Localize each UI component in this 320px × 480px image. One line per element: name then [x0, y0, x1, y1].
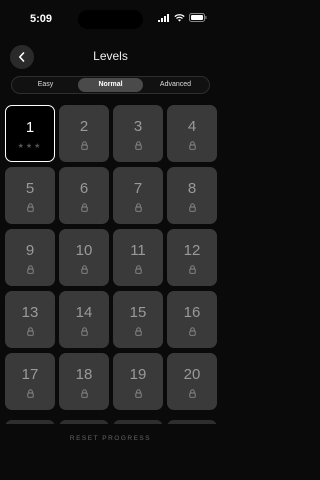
level-grid: 1 ★★★ 2 3 4 5 6 7 8 9 10 11 12 13 14 15 16 17 18 19 20 [5, 105, 217, 410]
lock-icon [59, 389, 109, 398]
lock-icon [5, 327, 55, 336]
level-tile[interactable]: 3 [113, 105, 163, 162]
level-tile[interactable]: 11 [113, 229, 163, 286]
level-number: 14 [75, 304, 93, 321]
level-number: 13 [21, 304, 39, 321]
level-tile[interactable]: 8 [167, 167, 217, 224]
level-tile[interactable]: 4 [167, 105, 217, 162]
lock-icon [5, 389, 55, 398]
difficulty-segmented-control: Easy Normal Advanced [11, 76, 210, 94]
level-number: 15 [129, 304, 147, 321]
level-tile[interactable]: 19 [113, 353, 163, 410]
level-number: 11 [130, 242, 146, 259]
level-tile[interactable]: 2 [59, 105, 109, 162]
lock-icon [59, 265, 109, 274]
level-tile[interactable]: 12 [167, 229, 217, 286]
level-number: 20 [183, 366, 201, 383]
level-tile[interactable]: 6 [59, 167, 109, 224]
lock-icon [167, 141, 217, 150]
level-number: 10 [75, 242, 93, 259]
level-number: 6 [79, 180, 89, 197]
level-tile[interactable]: 1 ★★★ [5, 105, 55, 162]
reset-progress-button[interactable]: RESET PROGRESS [0, 435, 221, 442]
level-number: 1 [25, 119, 35, 136]
tab-easy[interactable]: Easy [13, 78, 78, 92]
level-number: 4 [187, 118, 197, 135]
lock-icon [113, 141, 163, 150]
level-tile[interactable]: 16 [167, 291, 217, 348]
level-number: 18 [75, 366, 93, 383]
level-number: 19 [129, 366, 147, 383]
level-number: 9 [25, 242, 35, 259]
dynamic-island [78, 10, 143, 29]
level-tile[interactable]: 5 [5, 167, 55, 224]
signal-icon [158, 13, 169, 22]
level-number: 17 [21, 366, 39, 383]
lock-icon [59, 327, 109, 336]
level-number: 16 [183, 304, 201, 321]
level-tile[interactable]: 20 [167, 353, 217, 410]
tab-normal[interactable]: Normal [78, 78, 143, 92]
lock-icon [113, 327, 163, 336]
level-tile[interactable]: 15 [113, 291, 163, 348]
lock-icon [167, 327, 217, 336]
page-title: Levels [93, 49, 128, 63]
lock-icon [59, 203, 109, 212]
lock-icon [113, 203, 163, 212]
bottom-fade [0, 424, 221, 480]
battery-icon [189, 13, 207, 22]
level-stars: ★★★ [17, 143, 43, 150]
lock-icon [167, 389, 217, 398]
level-tile[interactable]: 9 [5, 229, 55, 286]
level-number: 12 [183, 242, 201, 259]
level-tile[interactable]: 10 [59, 229, 109, 286]
lock-icon [113, 265, 163, 274]
level-tile[interactable]: 17 [5, 353, 55, 410]
lock-icon [167, 265, 217, 274]
level-tile[interactable]: 18 [59, 353, 109, 410]
lock-icon [5, 203, 55, 212]
level-tile[interactable]: 7 [113, 167, 163, 224]
tab-advanced[interactable]: Advanced [143, 78, 208, 92]
level-number: 2 [79, 118, 89, 135]
level-number: 5 [25, 180, 35, 197]
header: Levels [0, 44, 221, 70]
level-tile[interactable]: 13 [5, 291, 55, 348]
status-time: 5:09 [30, 13, 53, 25]
lock-icon [113, 389, 163, 398]
lock-icon [5, 265, 55, 274]
lock-icon [167, 203, 217, 212]
wifi-icon [174, 13, 185, 21]
level-tile[interactable]: 14 [59, 291, 109, 348]
status-bar: 5:09 [0, 0, 221, 38]
level-number: 8 [187, 180, 197, 197]
lock-icon [59, 141, 109, 150]
status-icons [158, 13, 207, 22]
level-number: 7 [133, 180, 143, 197]
level-number: 3 [133, 118, 143, 135]
